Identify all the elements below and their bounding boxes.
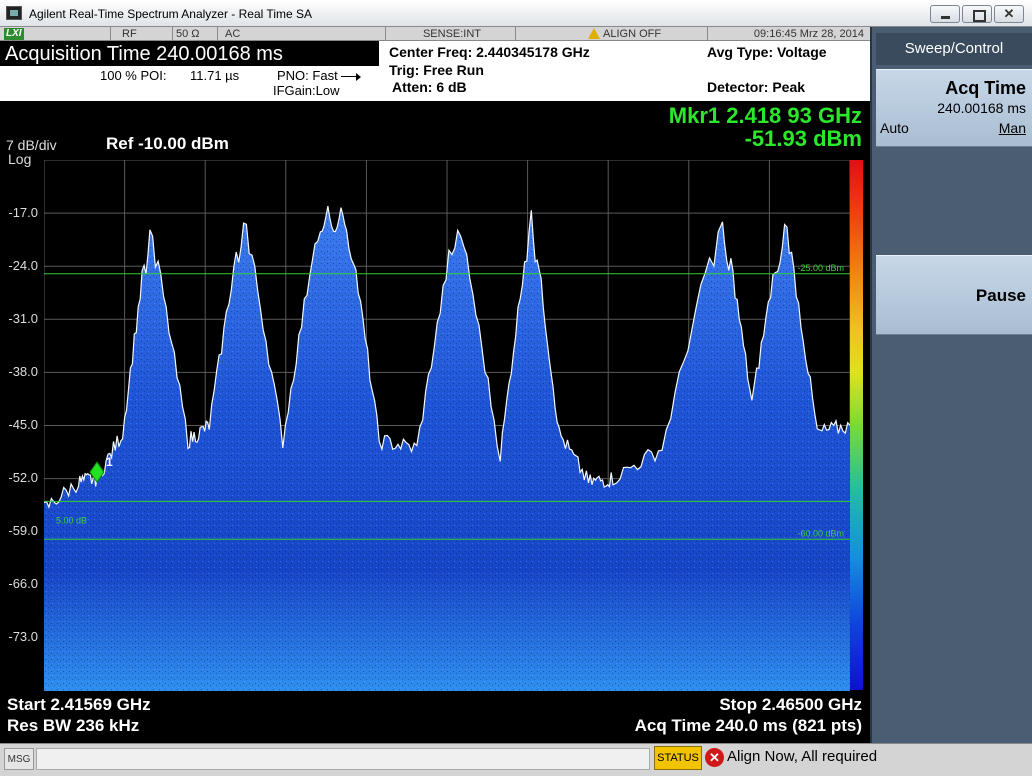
maximize-button[interactable] (962, 5, 992, 23)
attenuation: Atten: 6 dB (392, 79, 467, 95)
lxi-badge: LXI (4, 28, 24, 40)
y-tick-label: -66.0 (8, 576, 38, 591)
poi-label: 100 % POI: (100, 68, 167, 83)
measurement-info: Acquisition Time 240.00168 ms 100 % POI:… (0, 41, 870, 101)
impedance-indicator: 50 Ω (172, 27, 217, 41)
y-tick-label: -59.0 (8, 523, 38, 538)
auto-option: Auto (880, 120, 909, 136)
acquisition-title: Acquisition Time 240.00168 ms (5, 43, 283, 65)
msg-label: MSG (4, 748, 34, 770)
status-strip: LXI RF 50 Ω AC SENSE:INT ALIGN OFF 09:16… (0, 27, 870, 41)
y-tick-label: -31.0 (8, 311, 38, 326)
center-freq: Center Freq: 2.440345178 GHz (389, 44, 590, 60)
acquisition-summary: Acq Time 240.0 ms (821 pts) (634, 716, 862, 735)
pno-setting: PNO: Fast (277, 68, 362, 83)
status-button[interactable]: STATUS (654, 746, 702, 770)
softkey-panel: Sweep/Control Acq Time 240.00168 ms Auto… (870, 27, 1032, 743)
message-field (36, 748, 650, 770)
marker-number: 1 (106, 455, 113, 469)
rf-indicator: RF (110, 27, 172, 41)
acq-time-softkey[interactable]: Acq Time 240.00168 ms Auto Man (876, 69, 1032, 147)
avg-type: Avg Type: Voltage (707, 44, 827, 60)
menu-title: Sweep/Control (876, 33, 1032, 65)
spectrum-texture (44, 206, 850, 691)
datetime: 09:16:45 Mrz 28, 2014 (707, 27, 870, 41)
ifgain-setting: IFGain:Low (273, 83, 340, 98)
arrow-icon (341, 72, 362, 81)
sense-indicator: SENSE:INT (385, 27, 515, 41)
threshold-label: 5.00 dB (56, 515, 87, 525)
y-tick-label: -24.0 (8, 258, 38, 273)
title-bar: Agilent Real-Time Spectrum Analyzer - Re… (0, 0, 1032, 27)
status-message: Align Now, All required (727, 748, 878, 765)
coupling-label: AC (225, 28, 241, 40)
start-frequency: Start 2.41569 GHz (7, 695, 151, 714)
error-icon: ✕ (705, 748, 724, 767)
detector: Detector: Peak (707, 79, 806, 95)
align-indicator: ALIGN OFF (515, 27, 707, 41)
scale-type: Log (8, 151, 32, 167)
window-title: Agilent Real-Time Spectrum Analyzer - Re… (29, 7, 312, 21)
pause-softkey[interactable]: Pause (876, 255, 1032, 335)
acquisition-title-bar: Acquisition Time 240.00168 ms (0, 41, 379, 66)
poi-value: 11.71 µs (190, 68, 240, 83)
resolution-bandwidth: Res BW 236 kHz (7, 716, 140, 735)
coupling-indicator: AC (217, 27, 279, 41)
density-colorbar (850, 160, 863, 690)
stop-frequency: Stop 2.46500 GHz (719, 695, 862, 714)
warning-icon (588, 27, 600, 39)
y-tick-label: -45.0 (8, 417, 38, 432)
minimize-button[interactable] (930, 5, 960, 23)
pause-label: Pause (975, 286, 1026, 305)
pno-label: PNO: Fast (277, 68, 338, 83)
manual-option: Man (998, 120, 1026, 136)
y-tick-label: -73.0 (8, 629, 38, 644)
close-icon: ✕ (1003, 6, 1015, 21)
trigger: Trig: Free Run (389, 62, 484, 78)
reference-level: Ref -10.00 dBm (106, 134, 229, 153)
y-tick-label: -17.0 (8, 205, 38, 220)
align-label: ALIGN OFF (603, 28, 662, 40)
y-tick-label: -38.0 (8, 364, 38, 379)
marker-level: -51.93 dBm (744, 126, 862, 151)
lower-limit-label: -60.00 dBm (797, 528, 844, 538)
acq-time-value: 240.00168 ms (937, 100, 1026, 116)
app-icon (6, 6, 22, 20)
spectrum-display[interactable]: Mkr1 2.418 93 GHz -51.93 dBm 7 dB/div Lo… (0, 101, 870, 743)
analyzer-window: Agilent Real-Time Spectrum Analyzer - Re… (0, 0, 1032, 776)
message-bar: MSG STATUS ✕ Align Now, All required (0, 743, 1032, 776)
upper-limit-label: -25.00 dBm (797, 263, 844, 273)
rf-label: RF (122, 28, 137, 40)
close-button[interactable]: ✕ (994, 5, 1024, 23)
y-tick-label: -52.0 (8, 470, 38, 485)
acq-time-label: Acq Time (945, 78, 1026, 98)
spectrum-plot[interactable]: -25.00 dBm -60.00 dBm 5.00 dB 1 (44, 160, 850, 691)
